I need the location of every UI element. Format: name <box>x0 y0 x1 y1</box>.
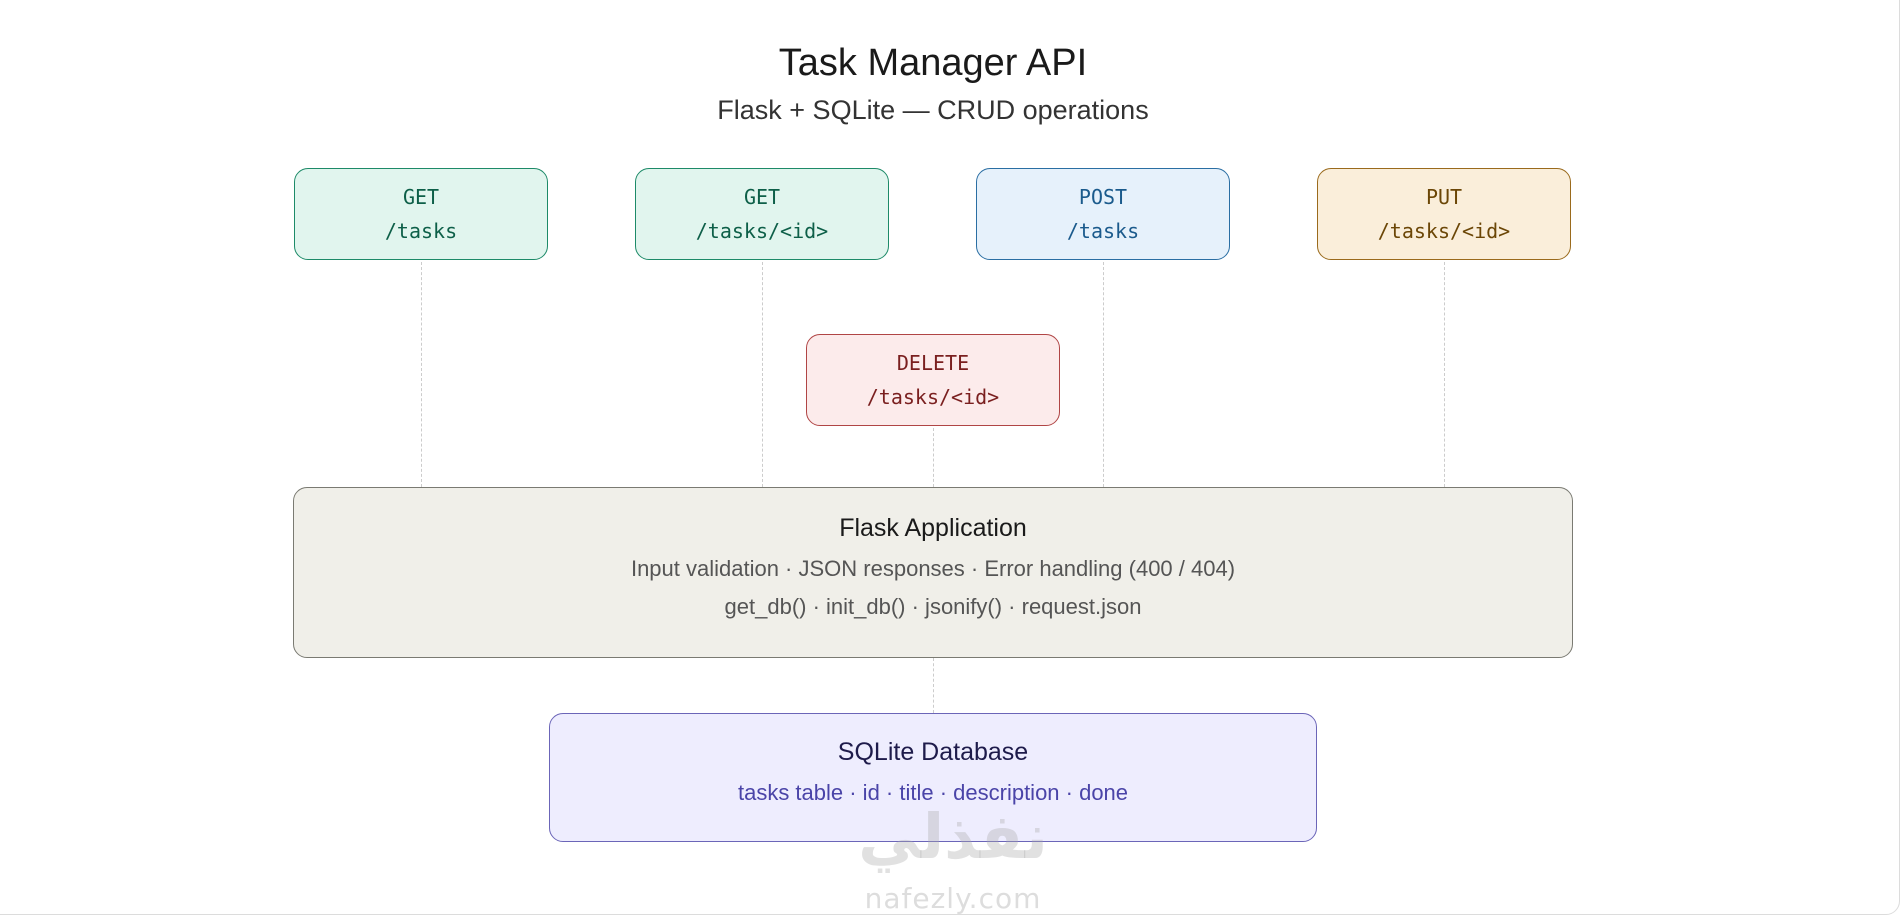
app-title: Flask Application <box>839 514 1027 542</box>
endpoint-path: /tasks/<id> <box>695 219 829 243</box>
endpoint-put-task: PUT /tasks/<id> <box>1317 168 1571 260</box>
connector-get-task <box>762 262 763 487</box>
connector-delete-task <box>933 428 934 487</box>
diagram-title: Task Manager API <box>778 42 1088 84</box>
endpoint-method: DELETE <box>896 351 970 375</box>
endpoint-method: PUT <box>1425 185 1463 209</box>
flask-application-box: Flask Application Input validation · JSO… <box>293 487 1573 658</box>
endpoint-path: /tasks <box>384 219 458 243</box>
connector-get-tasks <box>421 262 422 487</box>
endpoint-get-task: GET /tasks/<id> <box>635 168 889 260</box>
app-functions: get_db() · init_db() · jsonify() · reque… <box>724 594 1142 619</box>
connector-app-db <box>933 658 934 713</box>
endpoint-method: GET <box>743 185 781 209</box>
endpoint-post-tasks: POST /tasks <box>976 168 1230 260</box>
watermark-logo: نفذلي <box>858 800 1048 873</box>
endpoint-path: /tasks/<id> <box>866 385 1000 409</box>
endpoint-path: /tasks/<id> <box>1377 219 1511 243</box>
connector-post-tasks <box>1103 262 1104 487</box>
connector-put-task <box>1444 262 1445 487</box>
watermark-url: nafezly.com <box>864 882 1042 915</box>
diagram-subtitle: Flask + SQLite — CRUD operations <box>717 95 1149 125</box>
app-features: Input validation · JSON responses · Erro… <box>630 556 1236 581</box>
endpoint-method: POST <box>1078 185 1128 209</box>
endpoint-method: GET <box>402 185 440 209</box>
db-title: SQLite Database <box>837 738 1029 766</box>
endpoint-path: /tasks <box>1066 219 1140 243</box>
endpoint-delete-task: DELETE /tasks/<id> <box>806 334 1060 426</box>
endpoint-get-tasks: GET /tasks <box>294 168 548 260</box>
